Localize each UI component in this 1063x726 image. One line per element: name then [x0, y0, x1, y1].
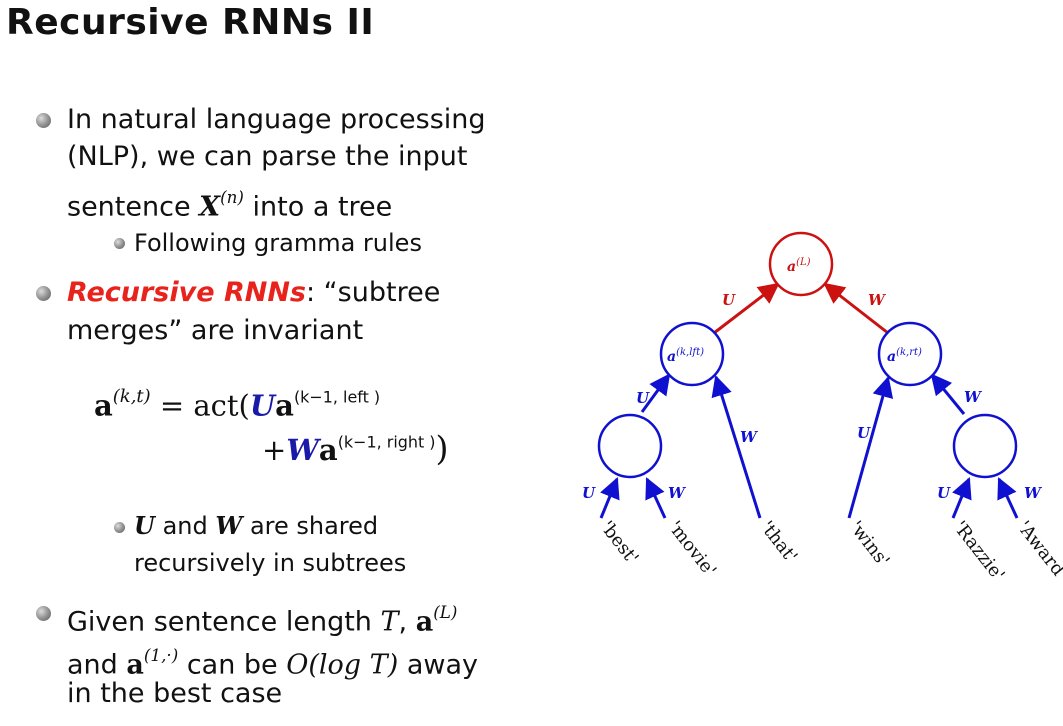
edge-rightsub-to-right [930, 373, 966, 415]
word-label: 'Award' [1013, 517, 1063, 584]
word-label: 'Razzie' [949, 517, 1009, 585]
edge-label-w: W [964, 388, 983, 406]
word-label: 'best' [596, 517, 642, 568]
edge-movie-to-leftsub [645, 477, 667, 519]
edge-label-w: W [668, 484, 687, 502]
parse-tree-diagram: a(L) a(k,lft) a(k,rt) U W U W U W U W U … [582, 231, 1063, 585]
edge-razzie-to-rightsub [951, 477, 972, 519]
edge-label-u: U [636, 389, 650, 407]
edge-label-w: W [740, 428, 759, 446]
edge-label-w: W [1024, 484, 1043, 502]
edge-label-u: U [857, 424, 871, 442]
word-label: 'movie' [664, 517, 720, 581]
edge-wins-to-right [847, 375, 894, 519]
edge-label-u: U [937, 484, 951, 502]
node-left-sub [597, 413, 663, 479]
node-right-sub [952, 413, 1018, 479]
edge-best-to-leftsub [599, 477, 620, 519]
word-label: 'wins' [845, 517, 893, 571]
edge-that-to-left [711, 374, 762, 519]
word-label: 'that' [756, 517, 801, 567]
edge-award-to-rightsub [997, 477, 1019, 519]
edge-label-u: U [582, 484, 596, 502]
edge-label-w: W [868, 291, 887, 309]
edge-label-u: U [722, 291, 736, 309]
